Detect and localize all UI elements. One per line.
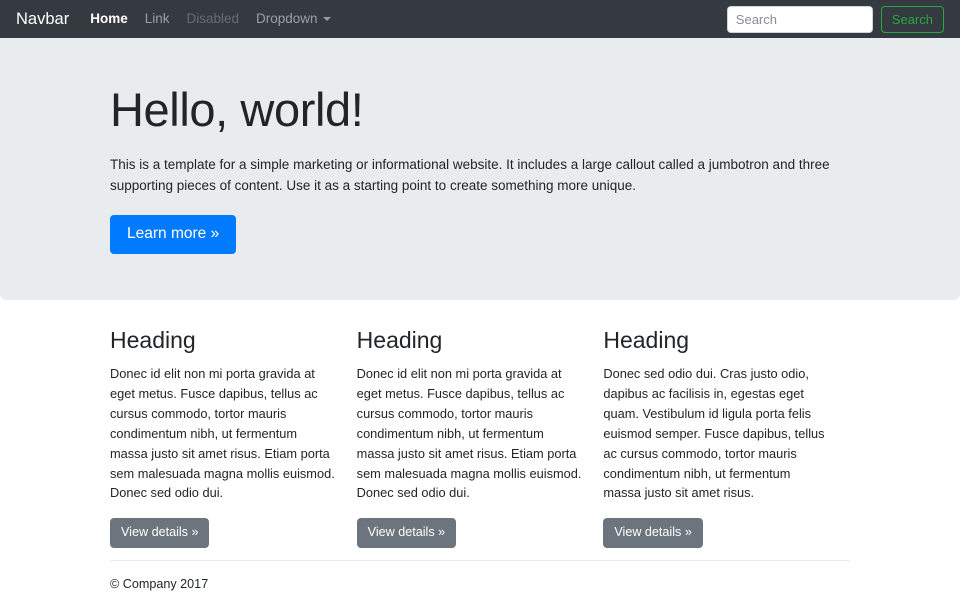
nav-dropdown-toggle[interactable]: Dropdown <box>256 11 331 26</box>
jumbotron-lead-text: This is a template for a simple marketin… <box>110 155 840 197</box>
feature-columns-row: Heading Donec id elit non mi porta gravi… <box>110 327 850 548</box>
column-body-text: Donec sed odio dui. Cras justo odio, dap… <box>603 364 830 503</box>
navbar: Navbar Home Link Disabled Dropdown Searc… <box>0 0 960 38</box>
navbar-search-form: Search <box>727 6 944 33</box>
nav-link-link[interactable]: Link <box>145 11 170 26</box>
column-heading: Heading <box>110 327 337 355</box>
chevron-down-icon <box>323 17 331 21</box>
jumbotron-container: Hello, world! This is a template for a s… <box>110 82 850 254</box>
view-details-button[interactable]: View details » <box>603 518 702 548</box>
nav-link-disabled: Disabled <box>186 11 239 26</box>
search-input[interactable] <box>727 6 873 33</box>
sidebar-item-disabled: Disabled <box>186 10 239 28</box>
column-body-text: Donec id elit non mi porta gravida at eg… <box>110 364 337 503</box>
column-body-text: Donec id elit non mi porta gravida at eg… <box>357 364 584 503</box>
navbar-nav: Home Link Disabled Dropdown <box>90 10 727 28</box>
main-content: Heading Donec id elit non mi porta gravi… <box>110 300 850 591</box>
feature-column: Heading Donec id elit non mi porta gravi… <box>110 327 357 548</box>
page-title: Hello, world! <box>110 82 850 138</box>
learn-more-button[interactable]: Learn more » <box>110 215 236 254</box>
search-button[interactable]: Search <box>881 6 944 33</box>
copyright-text: © Company 2017 <box>110 577 850 591</box>
feature-column: Heading Donec id elit non mi porta gravi… <box>357 327 604 548</box>
nav-link-home[interactable]: Home <box>90 11 128 26</box>
column-heading: Heading <box>357 327 584 355</box>
sidebar-item-dropdown[interactable]: Dropdown <box>256 10 331 28</box>
nav-link-dropdown[interactable]: Dropdown <box>256 11 318 26</box>
feature-column: Heading Donec sed odio dui. Cras justo o… <box>603 327 850 548</box>
view-details-button[interactable]: View details » <box>110 518 209 548</box>
page-footer: © Company 2017 <box>110 560 850 591</box>
column-heading: Heading <box>603 327 830 355</box>
sidebar-item-link[interactable]: Link <box>145 10 170 28</box>
sidebar-item-home[interactable]: Home <box>90 10 128 28</box>
jumbotron: Hello, world! This is a template for a s… <box>0 38 960 300</box>
navbar-brand[interactable]: Navbar <box>16 10 69 29</box>
view-details-button[interactable]: View details » <box>357 518 456 548</box>
